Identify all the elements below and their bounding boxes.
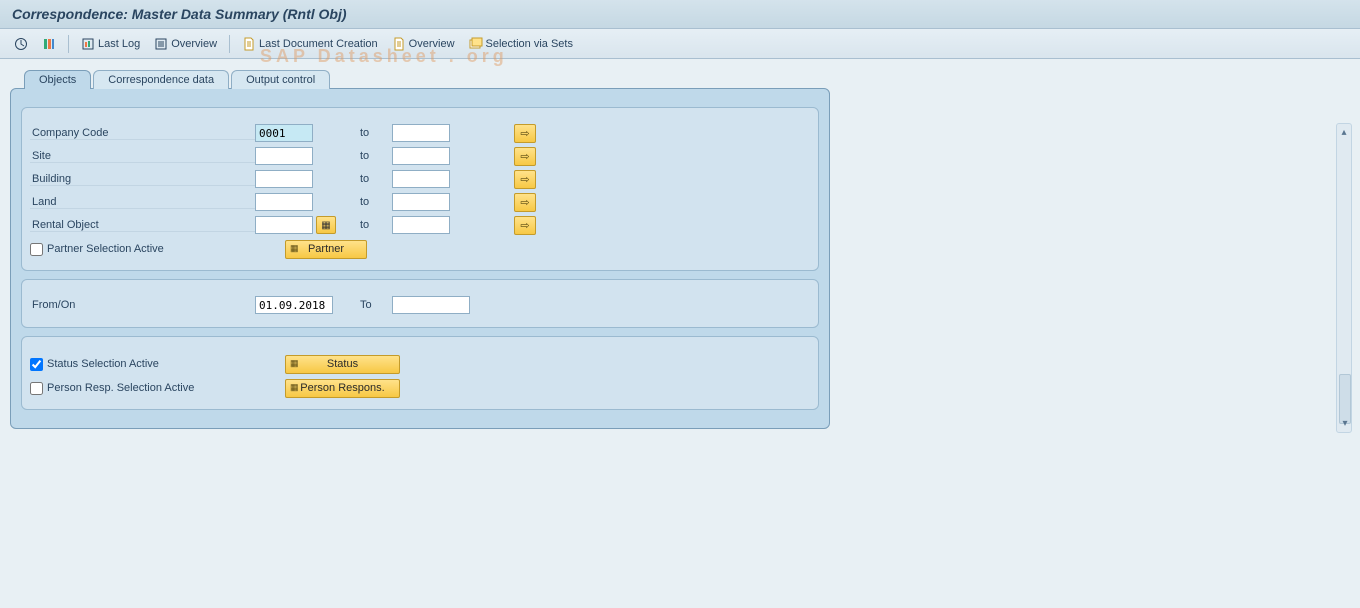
overview2-label: Overview bbox=[409, 38, 455, 50]
expand-icon: ▦ bbox=[321, 220, 330, 231]
from-on-label: From/On bbox=[30, 299, 255, 311]
expand-icon: ▦ bbox=[290, 358, 299, 369]
arrow-right-icon: ⇨ bbox=[520, 127, 529, 140]
land-range-button[interactable]: ⇨ bbox=[514, 193, 536, 212]
company-code-label: Company Code bbox=[30, 127, 255, 140]
partner-button-label: Partner bbox=[308, 243, 344, 255]
status-group: Status Selection Active ▦ Status Person … bbox=[21, 336, 819, 410]
person-respons-button-label: Person Respons. bbox=[300, 382, 384, 394]
tab-correspondence-data[interactable]: Correspondence data bbox=[93, 70, 229, 89]
site-to-input[interactable] bbox=[392, 147, 450, 165]
last-doc-creation-label: Last Document Creation bbox=[259, 38, 378, 50]
to-label: To bbox=[360, 299, 392, 311]
status-button-label: Status bbox=[327, 358, 358, 370]
building-to-label: to bbox=[360, 173, 392, 185]
document-icon bbox=[242, 37, 256, 51]
variant-button[interactable] bbox=[38, 35, 60, 53]
partner-selection-active-checkbox[interactable] bbox=[30, 243, 43, 256]
arrow-right-icon: ⇨ bbox=[520, 173, 529, 186]
variant-small-icon bbox=[81, 37, 95, 51]
from-on-input[interactable] bbox=[255, 296, 333, 314]
land-to-label: to bbox=[360, 196, 392, 208]
separator bbox=[68, 35, 69, 53]
building-to-input[interactable] bbox=[392, 170, 450, 188]
arrow-right-icon: ⇨ bbox=[520, 196, 529, 209]
building-range-button[interactable]: ⇨ bbox=[514, 170, 536, 189]
company-code-from-input[interactable] bbox=[255, 124, 313, 142]
objects-panel: Company Code to ⇨ Site to ⇨ Building to bbox=[10, 88, 830, 429]
building-from-input[interactable] bbox=[255, 170, 313, 188]
sets-icon bbox=[469, 37, 483, 51]
company-code-to-label: to bbox=[360, 127, 392, 139]
overview1-button[interactable]: Overview bbox=[150, 35, 221, 53]
site-from-input[interactable] bbox=[255, 147, 313, 165]
document-icon bbox=[392, 37, 406, 51]
expand-icon: ▦ bbox=[290, 382, 299, 393]
person-resp-selection-active-checkbox[interactable] bbox=[30, 382, 43, 395]
status-selection-active-label: Status Selection Active bbox=[47, 358, 159, 370]
date-group: From/On To bbox=[21, 279, 819, 328]
rental-object-from-input[interactable] bbox=[255, 216, 313, 234]
overview-icon bbox=[154, 37, 168, 51]
selection-group: Company Code to ⇨ Site to ⇨ Building to bbox=[21, 107, 819, 271]
status-selection-active-checkbox[interactable] bbox=[30, 358, 43, 371]
rental-object-to-label: to bbox=[360, 219, 392, 231]
tabstrip: Objects Correspondence data Output contr… bbox=[24, 69, 1330, 88]
tab-objects[interactable]: Objects bbox=[24, 70, 91, 89]
selection-via-sets-label: Selection via Sets bbox=[486, 38, 573, 50]
land-label: Land bbox=[30, 196, 255, 209]
rental-object-to-input[interactable] bbox=[392, 216, 450, 234]
last-doc-creation-button[interactable]: Last Document Creation bbox=[238, 35, 382, 53]
status-button[interactable]: ▦ Status bbox=[285, 355, 400, 374]
execute-button[interactable] bbox=[10, 35, 32, 53]
selection-via-sets-button[interactable]: Selection via Sets bbox=[465, 35, 577, 53]
partner-selection-active-label: Partner Selection Active bbox=[47, 243, 164, 255]
site-to-label: to bbox=[360, 150, 392, 162]
scroll-up-button[interactable]: ▴ bbox=[1337, 125, 1351, 139]
overview1-label: Overview bbox=[171, 38, 217, 50]
tab-output-control[interactable]: Output control bbox=[231, 70, 330, 89]
page-title: Correspondence: Master Data Summary (Rnt… bbox=[0, 0, 1360, 29]
overview2-button[interactable]: Overview bbox=[388, 35, 459, 53]
last-log-button[interactable]: Last Log bbox=[77, 35, 144, 53]
company-code-to-input[interactable] bbox=[392, 124, 450, 142]
clock-execute-icon bbox=[14, 37, 28, 51]
toolbar: Last Log Overview Last Document Creation… bbox=[0, 29, 1360, 59]
last-log-label: Last Log bbox=[98, 38, 140, 50]
partner-button[interactable]: ▦ Partner bbox=[285, 240, 367, 259]
person-resp-selection-active-label: Person Resp. Selection Active bbox=[47, 382, 194, 394]
rental-object-detail-button[interactable]: ▦ bbox=[316, 216, 336, 234]
variant-icon bbox=[42, 37, 56, 51]
rental-object-range-button[interactable]: ⇨ bbox=[514, 216, 536, 235]
to-input[interactable] bbox=[392, 296, 470, 314]
person-respons-button[interactable]: ▦ Person Respons. bbox=[285, 379, 400, 398]
vertical-scrollbar[interactable]: ▴ ▾ bbox=[1336, 123, 1352, 433]
land-to-input[interactable] bbox=[392, 193, 450, 211]
arrow-right-icon: ⇨ bbox=[520, 150, 529, 163]
scroll-down-button[interactable]: ▾ bbox=[1338, 416, 1352, 430]
building-label: Building bbox=[30, 173, 255, 186]
site-label: Site bbox=[30, 150, 255, 163]
separator bbox=[229, 35, 230, 53]
rental-object-label: Rental Object bbox=[30, 219, 255, 232]
site-range-button[interactable]: ⇨ bbox=[514, 147, 536, 166]
expand-icon: ▦ bbox=[290, 243, 299, 254]
land-from-input[interactable] bbox=[255, 193, 313, 211]
arrow-right-icon: ⇨ bbox=[520, 219, 529, 232]
company-code-range-button[interactable]: ⇨ bbox=[514, 124, 536, 143]
